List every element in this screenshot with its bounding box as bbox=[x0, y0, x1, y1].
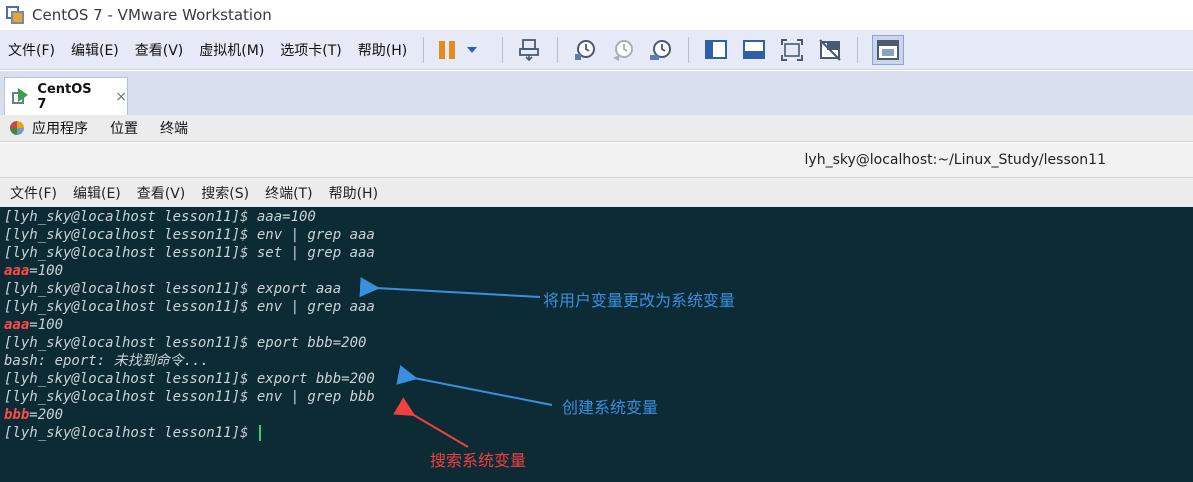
pause-button[interactable] bbox=[438, 37, 478, 63]
toolbar-separator bbox=[557, 36, 559, 63]
tab-centos7[interactable]: CentOS 7 × bbox=[4, 77, 128, 115]
gnome-menu-applications[interactable]: 应用程序 bbox=[32, 118, 88, 138]
console-view-button[interactable] bbox=[872, 34, 905, 65]
window-title: CentOS 7 - VMware Workstation bbox=[32, 6, 272, 24]
terminal-line: aaa=100 bbox=[4, 317, 64, 333]
terminal-titlebar: lyh_sky@localhost:~/Linux_Study/lesson11 bbox=[0, 143, 1193, 178]
terminal-line: bash: eport: 未找到命令... bbox=[4, 353, 209, 369]
menu-view[interactable]: 查看(V) bbox=[127, 40, 192, 60]
pause-icon bbox=[439, 40, 456, 59]
terminal-menu-file[interactable]: 文件(F) bbox=[10, 183, 57, 203]
vm-running-icon bbox=[12, 87, 31, 106]
dropdown-arrow-icon[interactable] bbox=[467, 46, 478, 53]
terminal-line: aaa=100 bbox=[4, 263, 64, 279]
window-titlebar: CentOS 7 - VMware Workstation bbox=[0, 0, 1193, 30]
thumbnail-bar-button[interactable] bbox=[741, 37, 767, 63]
thumbnail-icon bbox=[743, 39, 766, 59]
vmware-logo-icon bbox=[6, 6, 24, 24]
annotation-create-system-var: 创建系统变量 bbox=[562, 398, 659, 417]
terminal-menubar: 文件(F) 编辑(E) 查看(V) 搜索(S) 终端(T) 帮助(H) bbox=[0, 178, 1193, 207]
snapshot-icon bbox=[575, 39, 596, 60]
terminal-menu-edit[interactable]: 编辑(E) bbox=[73, 183, 121, 203]
snapshot-manager-button[interactable] bbox=[648, 37, 674, 63]
terminal-menu-search[interactable]: 搜索(S) bbox=[201, 183, 249, 203]
send-ctrl-alt-del-icon bbox=[519, 38, 540, 61]
revert-snapshot-button[interactable] bbox=[610, 37, 636, 63]
toolbar-separator bbox=[502, 36, 504, 63]
menu-help[interactable]: 帮助(H) bbox=[350, 40, 415, 60]
take-snapshot-button[interactable] bbox=[572, 37, 598, 63]
revert-snapshot-icon bbox=[613, 39, 634, 61]
unity-icon bbox=[819, 38, 841, 61]
terminal-output[interactable]: [lyh_sky@localhost lesson11]$ aaa=100 [l… bbox=[0, 207, 1193, 482]
menu-toolbar: 文件(F) 编辑(E) 查看(V) 虚拟机(M) 选项卡(T) 帮助(H) bbox=[0, 30, 1193, 70]
gnome-menu-terminal[interactable]: 终端 bbox=[160, 118, 188, 138]
terminal-menu-help[interactable]: 帮助(H) bbox=[329, 183, 378, 203]
terminal-line: [lyh_sky@localhost lesson11]$ env | grep… bbox=[4, 227, 375, 243]
text-cursor bbox=[258, 425, 261, 441]
terminal-title: lyh_sky@localhost:~/Linux_Study/lesson11 bbox=[804, 152, 1106, 168]
full-screen-icon bbox=[781, 38, 804, 61]
console-view-icon bbox=[877, 39, 900, 60]
menu-edit[interactable]: 编辑(E) bbox=[63, 40, 127, 60]
terminal-menu-terminal[interactable]: 终端(T) bbox=[265, 183, 312, 203]
toolbar-separator bbox=[688, 36, 690, 63]
menu-tabs[interactable]: 选项卡(T) bbox=[272, 40, 349, 60]
toolbar-separator bbox=[857, 36, 859, 63]
menu-file[interactable]: 文件(F) bbox=[0, 40, 63, 60]
show-library-button[interactable] bbox=[703, 37, 729, 63]
gnome-menu-places[interactable]: 位置 bbox=[110, 118, 138, 138]
menu-vm[interactable]: 虚拟机(M) bbox=[191, 40, 272, 60]
gnome-top-bar: 应用程序 位置 终端 bbox=[0, 115, 1193, 142]
close-icon[interactable]: × bbox=[115, 89, 127, 105]
terminal-line: [lyh_sky@localhost lesson11]$ aaa=100 bbox=[4, 209, 316, 225]
snapshot-manager-icon bbox=[650, 39, 672, 60]
terminal-prompt-line: [lyh_sky@localhost lesson11]$ bbox=[4, 424, 1193, 442]
annotation-search-system-var: 搜索系统变量 bbox=[430, 451, 527, 470]
applications-icon bbox=[10, 121, 24, 135]
annotation-user-to-system: 将用户变量更改为系统变量 bbox=[543, 291, 736, 310]
send-ctrl-alt-del-button[interactable] bbox=[517, 37, 543, 63]
unity-button[interactable] bbox=[817, 37, 843, 63]
full-screen-button[interactable] bbox=[779, 37, 805, 63]
terminal-menu-view[interactable]: 查看(V) bbox=[137, 183, 186, 203]
terminal-line: [lyh_sky@localhost lesson11]$ export bbb… bbox=[4, 371, 375, 387]
show-library-icon bbox=[705, 39, 728, 59]
tab-label: CentOS 7 bbox=[37, 81, 92, 112]
toolbar-separator bbox=[423, 36, 425, 63]
terminal-line: [lyh_sky@localhost lesson11]$ eport bbb=… bbox=[4, 335, 367, 351]
vm-tab-bar: CentOS 7 × bbox=[0, 71, 1193, 115]
terminal-line: [lyh_sky@localhost lesson11]$ set | grep… bbox=[4, 245, 375, 261]
